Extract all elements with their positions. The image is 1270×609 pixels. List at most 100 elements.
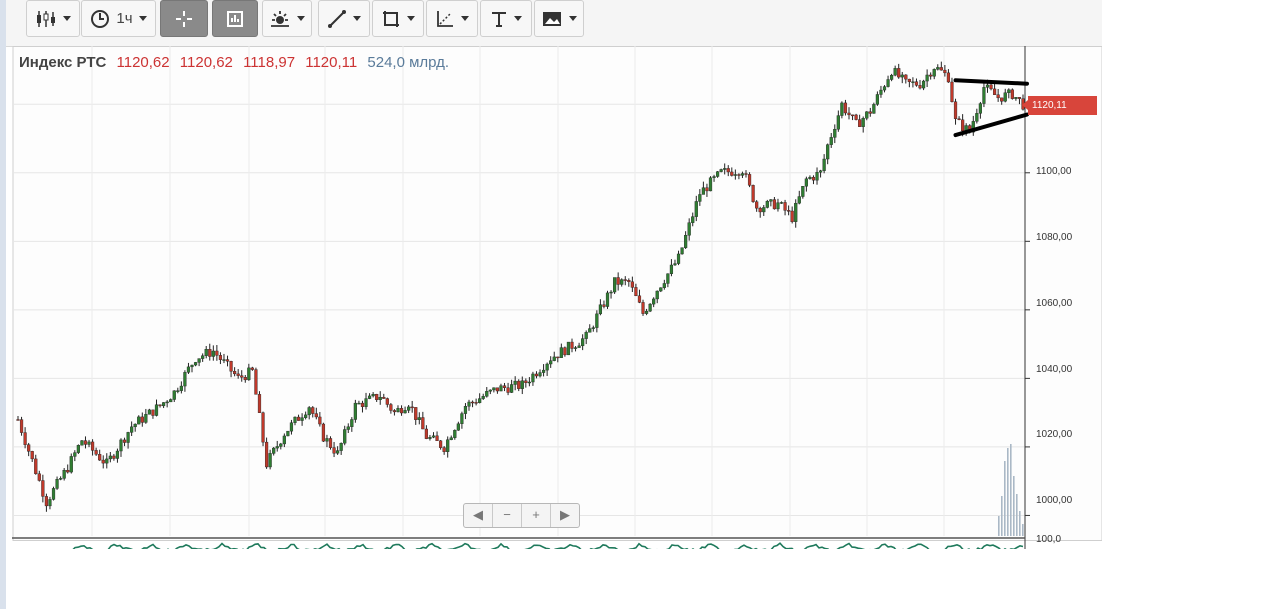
candle-body — [66, 469, 70, 473]
candle-body — [680, 247, 684, 255]
text-tool-button[interactable] — [480, 0, 532, 37]
candle-body — [747, 174, 752, 186]
candle-body — [772, 199, 777, 210]
candle-body — [758, 207, 762, 213]
candle-body — [311, 407, 315, 414]
candle-body — [101, 459, 105, 464]
draw-line-button[interactable] — [318, 0, 370, 37]
studies-button[interactable] — [262, 0, 312, 37]
candle-body — [350, 419, 354, 427]
fibonacci-button[interactable] — [426, 0, 478, 37]
candle-body — [556, 356, 560, 359]
candle-body — [336, 450, 340, 454]
candle-body — [51, 488, 56, 500]
candle-body — [531, 373, 535, 383]
candle-body — [268, 453, 272, 468]
candle-body — [279, 443, 283, 447]
candle-body — [996, 94, 1000, 99]
candle-body — [989, 84, 993, 90]
candle-body — [623, 279, 627, 281]
candle-body — [854, 114, 858, 120]
line-tool-icon — [328, 9, 346, 28]
candle-body — [304, 414, 308, 418]
candle-body — [289, 422, 294, 432]
interval-button[interactable]: 1ч — [81, 0, 156, 37]
chevron-down-icon — [514, 16, 522, 21]
candle-body — [545, 363, 549, 371]
candle-body — [293, 416, 297, 423]
candle-body — [936, 67, 940, 70]
candle-body — [939, 67, 943, 71]
candle-body — [872, 104, 876, 114]
chart-type-button[interactable] — [26, 0, 80, 37]
candle-body — [158, 404, 162, 407]
candle-body — [893, 68, 897, 76]
candle-body — [332, 447, 336, 454]
candle-body — [801, 186, 805, 197]
candle-body — [233, 371, 237, 375]
price-chart[interactable] — [12, 46, 1102, 549]
candle-body — [506, 387, 510, 393]
candle-body — [751, 185, 755, 202]
candle-body — [282, 435, 286, 445]
candle-body — [176, 390, 180, 392]
candle-body — [705, 187, 709, 192]
high-value: 1120,62 — [179, 54, 233, 71]
candle-body — [23, 432, 27, 445]
candle-body — [446, 439, 450, 452]
candle-body — [417, 417, 421, 420]
candle-body — [108, 455, 112, 460]
candle-body — [83, 440, 88, 445]
candle-body — [527, 381, 531, 384]
calculator-icon — [227, 10, 243, 27]
scroll-right-button[interactable]: ▶ — [551, 504, 579, 527]
candle-body — [559, 347, 563, 358]
candle-body — [495, 387, 500, 392]
candle-body — [1003, 92, 1007, 102]
candle-body — [918, 85, 922, 89]
zoom-in-button[interactable]: + — [522, 504, 551, 527]
candle-body — [229, 361, 233, 372]
candle-body — [581, 338, 585, 347]
candle-body — [815, 172, 819, 181]
indicators-button[interactable] — [212, 0, 258, 37]
candle-body — [588, 328, 592, 333]
volume-bar — [1007, 448, 1009, 536]
candle-body — [755, 201, 759, 209]
candle-body — [840, 102, 844, 116]
candle-body — [797, 196, 801, 204]
candle-body — [925, 74, 929, 82]
candle-body — [346, 426, 350, 430]
rsi-line — [72, 542, 1024, 549]
candle-body — [1017, 97, 1022, 99]
candle-body — [783, 202, 787, 211]
zoom-out-button[interactable]: − — [493, 504, 522, 527]
candle-body — [272, 447, 276, 454]
candle-body — [620, 279, 624, 285]
candle-body — [147, 409, 151, 415]
candle-body — [343, 429, 347, 444]
chevron-down-icon — [297, 16, 305, 21]
candle-body — [992, 88, 997, 95]
candle-body — [321, 423, 326, 442]
candle-body — [641, 302, 645, 314]
snapshot-button[interactable] — [534, 0, 584, 37]
scroll-left-button[interactable]: ◀ — [464, 504, 493, 527]
candle-body — [534, 373, 539, 377]
candle-body — [300, 417, 304, 421]
shapes-button[interactable] — [372, 0, 424, 37]
candle-body — [978, 103, 982, 114]
candle-body — [421, 417, 425, 430]
candle-body — [957, 118, 961, 121]
candle-body — [243, 377, 247, 381]
crosshair-button[interactable] — [160, 0, 208, 37]
candle-body — [115, 450, 120, 459]
candle-body — [435, 435, 439, 442]
candle-body — [98, 454, 102, 461]
candle-body — [59, 478, 63, 480]
candle-body — [520, 380, 524, 389]
candle-body — [1007, 89, 1011, 93]
chevron-down-icon — [138, 16, 147, 21]
volume-bar — [1019, 511, 1021, 536]
candle-body — [644, 310, 649, 314]
